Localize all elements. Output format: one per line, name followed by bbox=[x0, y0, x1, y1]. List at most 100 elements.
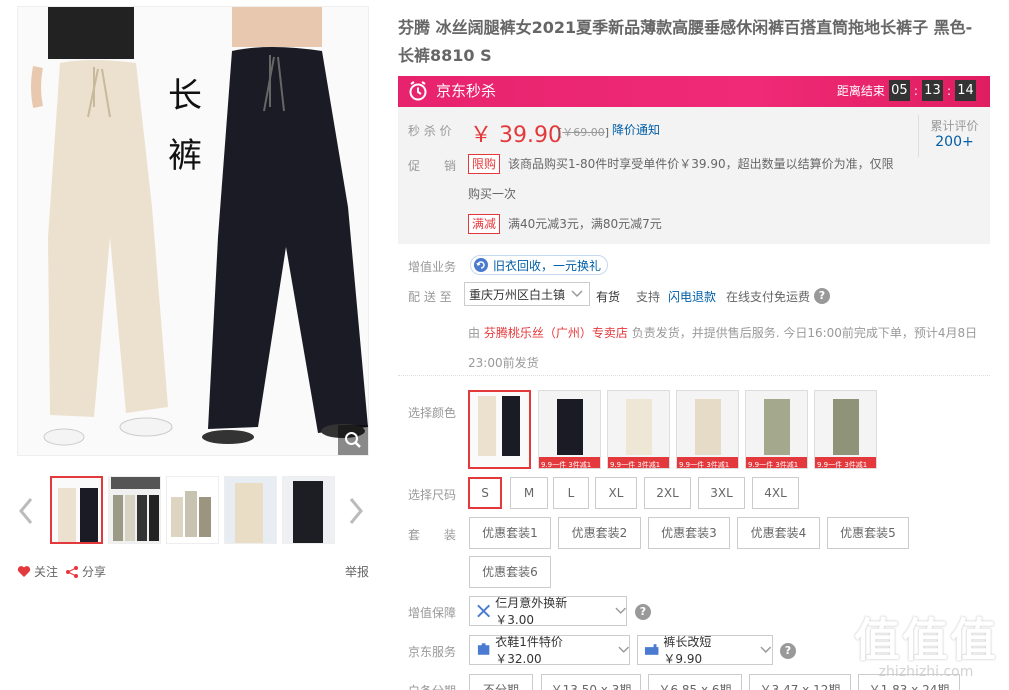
countdown-label: 距离结束 bbox=[836, 84, 885, 98]
size-option-3xl[interactable]: 3XL bbox=[698, 477, 745, 509]
color-option-5[interactable]: 9.9一件 3件减1 bbox=[745, 390, 808, 469]
ship-from-detail: 负责发货，并提供售后服务. 今日16:00前完成下单，预计4月8日 bbox=[631, 326, 978, 340]
ship-from-detail-2: 23:00前发货 bbox=[468, 356, 539, 370]
jd-service-value-1: 衣鞋1件特价 ￥32.00 bbox=[495, 635, 563, 666]
seckill-label: 京东秒杀 bbox=[436, 82, 497, 100]
share-label: 分享 bbox=[82, 565, 107, 579]
suit-option-2[interactable]: 优惠套装2 bbox=[558, 517, 641, 549]
recycle-label: 旧衣回收，一元换礼 bbox=[493, 258, 602, 273]
installment-label: 白条分期 bbox=[408, 682, 456, 690]
report-link[interactable]: 举报 bbox=[345, 563, 369, 580]
color-label: 选择颜色 bbox=[408, 406, 457, 420]
address-select[interactable]: 重庆万州区白土镇 bbox=[464, 282, 590, 306]
online-pay-text: 在线支付免运费 bbox=[726, 290, 811, 304]
follow-label: 关注 bbox=[34, 565, 59, 579]
flash-refund-link[interactable]: 闪电退款 bbox=[668, 288, 716, 305]
warranty-help-icon[interactable]: ? bbox=[635, 604, 651, 620]
main-product-image[interactable]: 长 裤 bbox=[17, 6, 369, 456]
jd-service-select-2[interactable]: 裤长改短 ￥9.90 bbox=[637, 635, 773, 666]
color-option-6[interactable]: 9.9一件 3件减1 bbox=[814, 390, 877, 469]
alarm-clock-icon bbox=[409, 80, 427, 100]
color-promo-2: 9.9一件 3件减1 bbox=[541, 460, 591, 469]
heart-icon bbox=[17, 566, 31, 577]
delivery-label: 配 送 至 bbox=[408, 290, 452, 304]
divider bbox=[398, 375, 990, 376]
thumb-next-button[interactable] bbox=[344, 494, 368, 528]
thumbnail-2[interactable] bbox=[108, 476, 161, 544]
original-price: [￥69.00] bbox=[558, 124, 609, 140]
price-label: 秒 杀 价 bbox=[408, 124, 452, 138]
review-summary[interactable]: 累计评价 200+ bbox=[918, 115, 990, 157]
countdown: 距离结束 05 : 13 : 14 bbox=[837, 80, 976, 101]
warranty-value: 仨月意外换新 ￥3.00 bbox=[495, 596, 568, 627]
color-option-4[interactable]: 9.9一件 3件减1 bbox=[676, 390, 739, 469]
suit-option-4[interactable]: 优惠套装4 bbox=[737, 517, 820, 549]
main-image-text-1: 长 bbox=[168, 76, 202, 116]
thumb-prev-button[interactable] bbox=[14, 494, 38, 528]
size-label: 选择尺码 bbox=[408, 488, 457, 502]
pants-photo: 长 裤 bbox=[18, 7, 368, 455]
thumbnail-3[interactable] bbox=[166, 476, 219, 544]
jd-service-help-icon[interactable]: ? bbox=[780, 643, 796, 659]
shop-link[interactable]: 芬腾桃乐丝（广州）专卖店 bbox=[484, 326, 628, 340]
suit-option-3[interactable]: 优惠套装3 bbox=[648, 517, 730, 549]
thumbnail-5[interactable] bbox=[282, 476, 335, 544]
installment-option-4[interactable]: ￥3.47 x 12期 bbox=[749, 674, 851, 690]
ship-from-text: 由 芬腾桃乐丝（广州）专卖店 负责发货，并提供售后服务. 今日16:00前完成下… bbox=[468, 318, 988, 378]
price-notify-link[interactable]: 降价通知 bbox=[612, 121, 660, 138]
installment-option-1[interactable]: 不分期 bbox=[469, 674, 533, 690]
review-label: 累计评价 bbox=[930, 119, 979, 133]
size-option-2xl[interactable]: 2XL bbox=[644, 477, 691, 509]
original-price-value: ￥69.00 bbox=[562, 126, 605, 139]
follow-button[interactable]: 关注 bbox=[17, 563, 58, 580]
color-option-2[interactable]: 9.9一件 3件减1 bbox=[538, 390, 601, 469]
recycle-badge[interactable]: 旧衣回收，一元换礼 bbox=[470, 255, 609, 275]
color-promo-6: 9.9一件 3件减1 bbox=[817, 460, 867, 469]
warranty-select[interactable]: 仨月意外换新 ￥3.00 bbox=[469, 596, 627, 627]
review-count[interactable]: 200+ bbox=[919, 134, 990, 150]
color-promo-5: 9.9一件 3件减1 bbox=[748, 460, 798, 469]
current-price: ￥ 39.90 bbox=[470, 123, 562, 148]
help-icon[interactable]: ? bbox=[814, 288, 830, 304]
share-icon bbox=[66, 565, 78, 578]
promo-tag-limit: 限购 bbox=[468, 154, 501, 174]
zoom-button[interactable] bbox=[338, 425, 368, 455]
suit-label: 套 装 bbox=[408, 528, 457, 542]
chevron-down-icon bbox=[760, 646, 772, 653]
jd-service-select-1[interactable]: 衣鞋1件特价 ￥32.00 bbox=[469, 635, 630, 666]
promo-tag-discount: 满减 bbox=[468, 214, 501, 234]
countdown-minutes: 13 bbox=[921, 80, 943, 101]
size-option-4xl[interactable]: 4XL bbox=[752, 477, 799, 509]
size-option-s[interactable]: S bbox=[468, 477, 502, 509]
installment-option-2[interactable]: ￥13.50 x 3期 bbox=[541, 674, 641, 690]
thumbnail-4[interactable] bbox=[224, 476, 277, 544]
installment-option-3[interactable]: ￥6.85 x 6期 bbox=[648, 674, 742, 690]
seckill-bar: 京东秒杀 距离结束 05 : 13 : 14 bbox=[398, 76, 990, 107]
share-button[interactable]: 分享 bbox=[65, 563, 106, 580]
chevron-left-icon bbox=[19, 498, 33, 524]
support-label: 支持 bbox=[636, 290, 661, 304]
color-promo-4: 9.9一件 3件减1 bbox=[679, 460, 729, 469]
suit-option-5[interactable]: 优惠套装5 bbox=[827, 517, 909, 549]
price-summary: 秒 杀 价 ￥ 39.90 [￥69.00] 降价通知 累计评价 200+ 促 … bbox=[398, 107, 990, 244]
color-option-1[interactable] bbox=[468, 390, 531, 469]
suit-option-6[interactable]: 优惠套装6 bbox=[469, 556, 551, 588]
watermark-logo: 值值值 bbox=[854, 613, 998, 667]
stock-status: 有货 bbox=[596, 290, 621, 304]
chevron-right-icon bbox=[349, 498, 363, 524]
size-option-xl[interactable]: XL bbox=[595, 477, 637, 509]
thumbnail-1[interactable] bbox=[50, 476, 103, 544]
chevron-down-icon bbox=[571, 290, 583, 298]
main-image-text-2: 裤 bbox=[168, 136, 202, 176]
promo-label: 促 销 bbox=[408, 159, 457, 173]
suit-option-1[interactable]: 优惠套装1 bbox=[469, 517, 551, 549]
size-option-m[interactable]: M bbox=[510, 477, 548, 509]
original-price-close: ] bbox=[604, 126, 610, 139]
size-option-l[interactable]: L bbox=[553, 477, 589, 509]
promo-text-limit: 该商品购买1-80件时享受单件价￥39.90，超出数量以结算价为准，仅限 bbox=[508, 157, 894, 171]
countdown-seconds: 14 bbox=[955, 80, 976, 101]
promo-text-discount: 满40元减3元，满80元减7元 bbox=[508, 217, 662, 231]
warranty-label: 增值保障 bbox=[408, 606, 457, 620]
thumbnail-strip bbox=[14, 476, 372, 544]
color-option-3[interactable]: 9.9一件 3件减1 bbox=[607, 390, 670, 469]
